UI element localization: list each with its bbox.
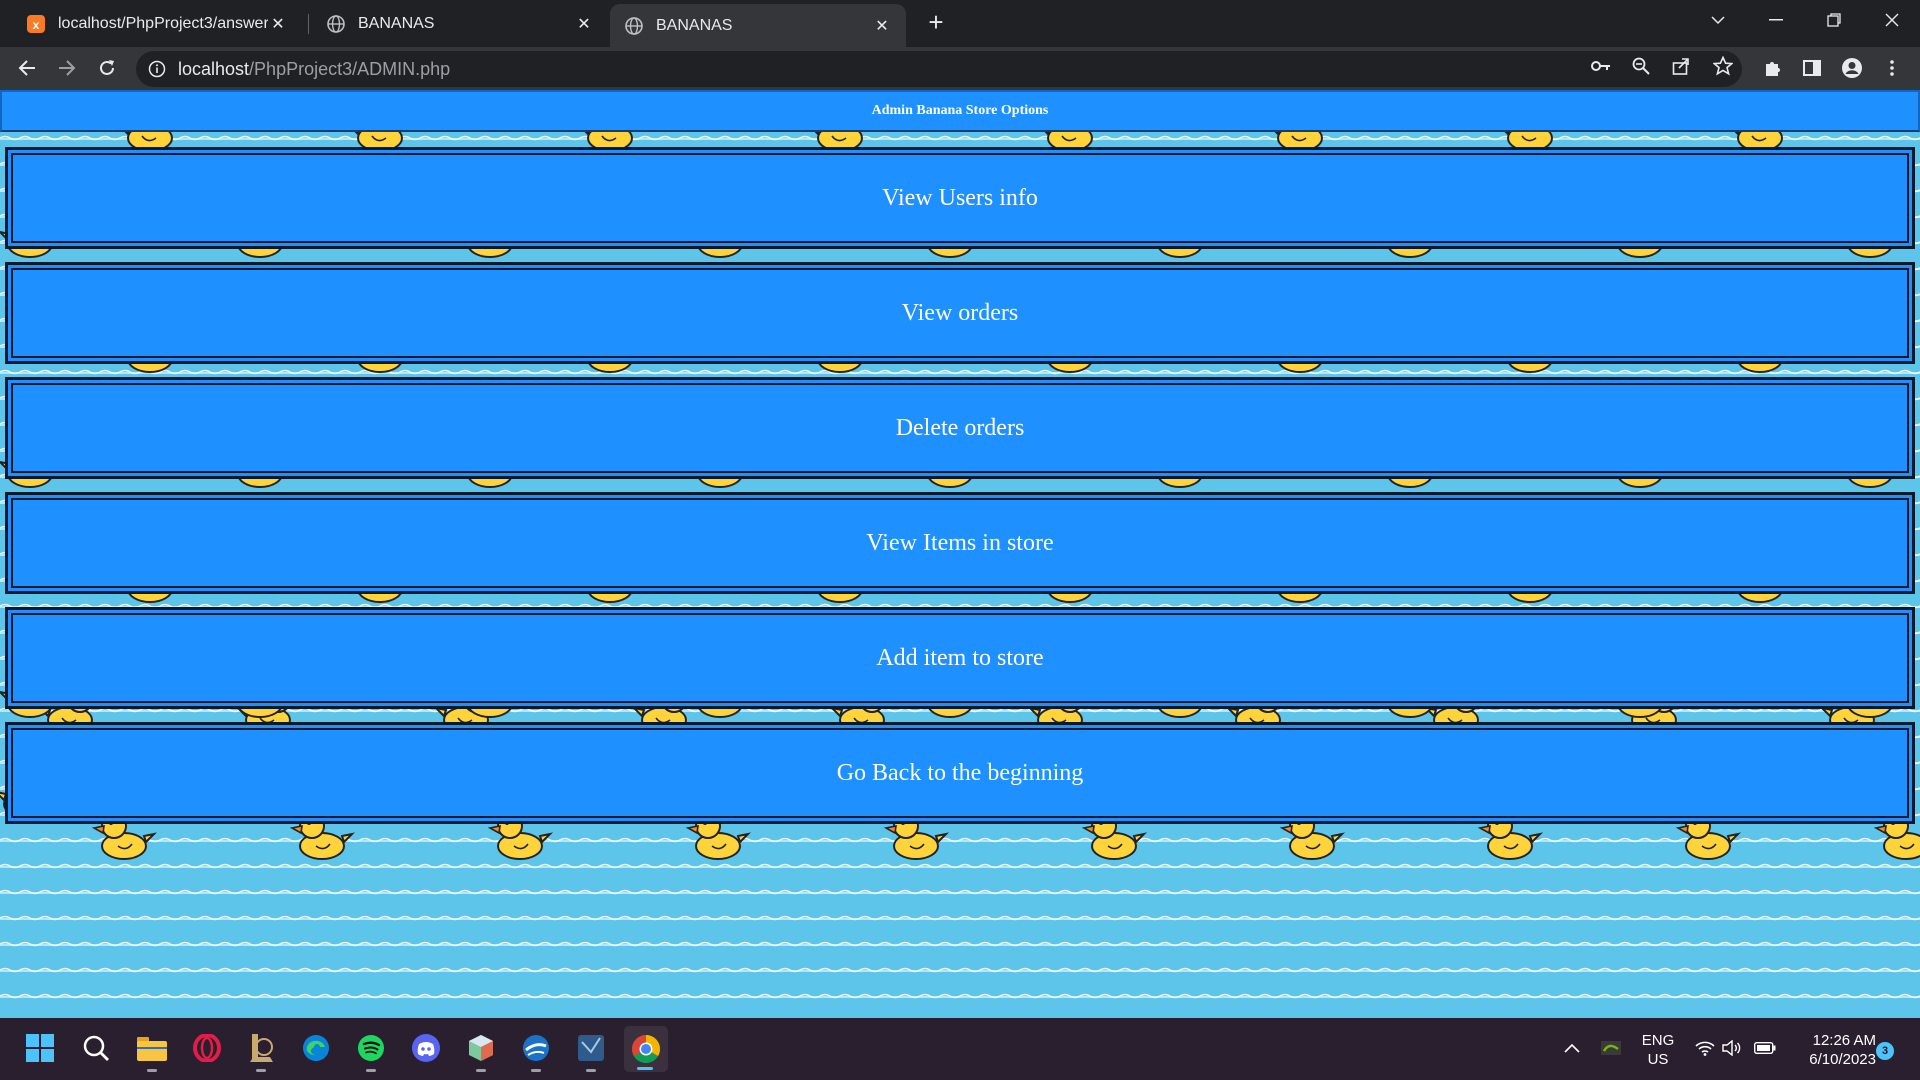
- button-label: Go Back to the beginning: [836, 759, 1084, 786]
- xampp-icon: x: [26, 14, 46, 34]
- tab-title: localhost/PhpProject3/answerSur: [58, 14, 268, 32]
- battery-icon[interactable]: [1747, 1030, 1783, 1066]
- opera-icon[interactable]: [189, 1030, 225, 1066]
- forward-icon[interactable]: [52, 53, 82, 83]
- wave-line: [0, 915, 1920, 921]
- url-text: localhost/PhpProject3/ADMIN.php: [178, 59, 450, 80]
- globe-icon: [326, 14, 346, 34]
- edge-icon[interactable]: [298, 1030, 334, 1066]
- vpn-icon[interactable]: [518, 1030, 554, 1072]
- svg-text:x: x: [33, 18, 40, 32]
- tab-separator: [308, 14, 309, 34]
- app-cube-icon[interactable]: [463, 1030, 499, 1072]
- tab-answer-survey[interactable]: x localhost/PhpProject3/answerSur ✕: [12, 4, 302, 43]
- key-icon[interactable]: [1591, 56, 1611, 76]
- zoom-icon[interactable]: [1631, 56, 1651, 76]
- tab-bananas-2[interactable]: BANANAS ✕: [610, 4, 906, 47]
- back-icon[interactable]: [12, 53, 42, 83]
- globe-icon: [624, 16, 644, 36]
- running-indicator: [476, 1069, 486, 1072]
- running-indicator: [531, 1069, 541, 1072]
- browser-toolbar: localhost/PhpProject3/ADMIN.php: [0, 47, 1920, 90]
- site-info-icon[interactable]: [148, 60, 166, 78]
- windows-taskbar: ENG US 12:26 AM 6/10/2023 3: [0, 1018, 1920, 1080]
- tab-strip: x localhost/PhpProject3/answerSur ✕ BANA…: [0, 0, 1920, 47]
- go-back-button[interactable]: Go Back to the beginning: [5, 722, 1915, 824]
- nvidia-icon[interactable]: [1593, 1030, 1629, 1066]
- tab-search-icon[interactable]: [1690, 0, 1746, 40]
- wave-line: [0, 967, 1920, 973]
- page-header: Admin Banana Store Options: [0, 90, 1920, 132]
- restore-icon[interactable]: [1806, 0, 1862, 40]
- running-indicator: [147, 1069, 157, 1072]
- url-host: localhost: [178, 58, 250, 79]
- wave-line: [0, 889, 1920, 895]
- profile-avatar-icon[interactable]: [1837, 53, 1867, 83]
- minimize-icon[interactable]: [1748, 0, 1804, 40]
- clock-time: 12:26 AM: [1812, 1032, 1876, 1049]
- url-path: /PhpProject3/ADMIN.php: [249, 58, 451, 79]
- close-window-icon[interactable]: [1864, 0, 1920, 40]
- button-label: View Items in store: [866, 529, 1054, 556]
- wave-line: [0, 993, 1920, 999]
- button-label: View Users info: [882, 184, 1038, 211]
- reload-icon[interactable]: [92, 53, 122, 83]
- delete-orders-button[interactable]: Delete orders: [5, 377, 1915, 479]
- wave-line: [0, 941, 1920, 947]
- wave-line: [0, 369, 1920, 375]
- close-tab-icon[interactable]: ✕: [574, 14, 594, 34]
- search-icon[interactable]: [78, 1030, 114, 1066]
- view-users-info-button[interactable]: View Users info: [5, 147, 1915, 249]
- close-tab-icon[interactable]: ✕: [872, 16, 892, 36]
- page-title: Admin Banana Store Options: [871, 103, 1049, 118]
- address-bar[interactable]: localhost/PhpProject3/ADMIN.php: [136, 51, 1742, 87]
- bookmark-star-icon[interactable]: [1713, 56, 1733, 76]
- clock-date: 6/10/2023: [1809, 1051, 1876, 1068]
- spotify-icon[interactable]: [353, 1030, 389, 1072]
- notification-badge[interactable]: 3: [1876, 1042, 1894, 1060]
- view-orders-button[interactable]: View orders: [5, 262, 1915, 364]
- tab-bananas-1[interactable]: BANANAS ✕: [312, 4, 608, 43]
- visual-studio-icon[interactable]: [573, 1030, 609, 1072]
- tab-title: BANANAS: [656, 16, 733, 34]
- volume-icon[interactable]: [1714, 1030, 1750, 1066]
- discord-icon[interactable]: [408, 1030, 444, 1066]
- close-tab-icon[interactable]: ✕: [268, 14, 288, 34]
- side-panel-icon[interactable]: [1797, 53, 1827, 83]
- extensions-icon[interactable]: [1757, 53, 1787, 83]
- view-items-in-store-button[interactable]: View Items in store: [5, 492, 1915, 594]
- windows-start-icon[interactable]: [22, 1030, 58, 1066]
- chrome-menu-icon[interactable]: [1877, 53, 1907, 83]
- running-indicator: [256, 1069, 266, 1072]
- language-code: ENG: [1641, 1032, 1675, 1049]
- chrome-icon[interactable]: [624, 1026, 668, 1072]
- region-code: US: [1647, 1051, 1669, 1068]
- share-icon[interactable]: [1671, 56, 1691, 76]
- button-label: Delete orders: [895, 414, 1025, 441]
- show-hidden-icons-icon[interactable]: [1554, 1030, 1590, 1066]
- file-explorer-icon[interactable]: [134, 1030, 170, 1072]
- running-indicator: [586, 1069, 596, 1072]
- wave-line: [0, 863, 1920, 869]
- new-tab-button[interactable]: +: [922, 8, 950, 36]
- wave-line: [0, 135, 1920, 141]
- button-label: Add item to store: [876, 644, 1044, 671]
- running-indicator: [366, 1069, 376, 1072]
- button-label: View orders: [901, 299, 1019, 326]
- wave-line: [0, 837, 1920, 843]
- add-item-to-store-button[interactable]: Add item to store: [5, 607, 1915, 709]
- running-indicator: [637, 1067, 653, 1070]
- page-content: Admin Banana Store Options View Users in…: [0, 90, 1920, 1018]
- language-indicator[interactable]: ENG US: [1640, 1031, 1676, 1069]
- league-of-legends-icon[interactable]: [243, 1030, 279, 1072]
- tab-title: BANANAS: [358, 14, 435, 32]
- clock[interactable]: 12:26 AM 6/10/2023: [1788, 1031, 1876, 1069]
